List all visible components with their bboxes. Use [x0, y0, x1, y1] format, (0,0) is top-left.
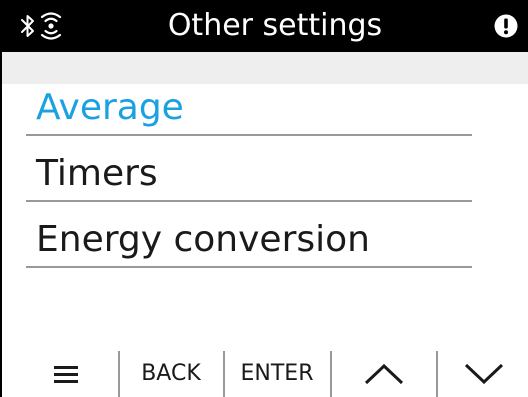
menu-item-timers[interactable]: Timers — [26, 150, 472, 202]
alert-icon — [494, 14, 518, 38]
chevron-down-icon — [464, 363, 504, 385]
softkey-bar: BACK ENTER — [2, 351, 528, 397]
softkey-divider — [330, 351, 332, 397]
chevron-up-icon — [364, 363, 404, 385]
softkey-divider — [436, 351, 438, 397]
softkey-divider — [223, 351, 225, 397]
hamburger-menu-icon — [54, 366, 78, 383]
menu-item-average[interactable]: Average — [26, 84, 472, 136]
wireless-signal-icon — [40, 12, 62, 40]
softkey-divider — [118, 351, 120, 397]
device-screen: Other settings Average Timers Energy con… — [0, 0, 528, 397]
back-button[interactable]: BACK — [122, 351, 220, 397]
up-button[interactable] — [334, 351, 434, 397]
title-bar: Other settings — [0, 0, 528, 52]
status-strip — [2, 52, 528, 84]
menu-item-energy-conversion[interactable]: Energy conversion — [26, 216, 472, 268]
enter-button[interactable]: ENTER — [226, 351, 328, 397]
page-title: Other settings — [167, 8, 383, 43]
bluetooth-icon — [21, 15, 34, 37]
down-button[interactable] — [440, 351, 528, 397]
menu-button[interactable] — [32, 351, 102, 397]
